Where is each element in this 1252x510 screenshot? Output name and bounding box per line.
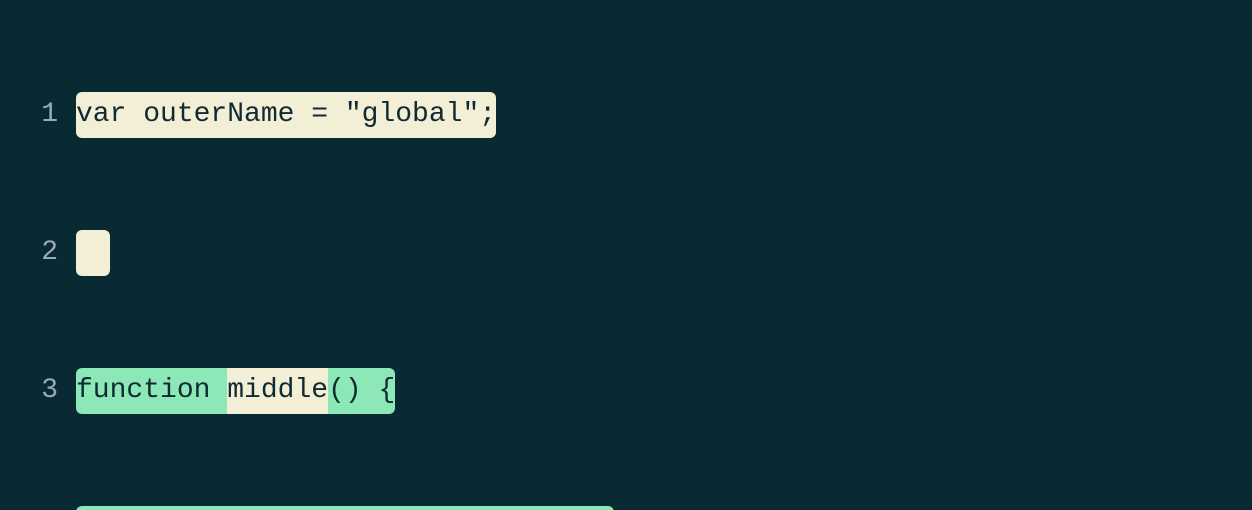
code-token: var middleName = "function"; — [143, 506, 613, 510]
code-token — [76, 230, 110, 276]
line-number: 2 — [0, 230, 76, 276]
code-token: middle — [227, 368, 328, 414]
code-content[interactable]: var outerName = "global"; — [76, 92, 496, 138]
code-line[interactable]: 1 var outerName = "global"; — [0, 92, 1252, 138]
code-token: () { — [328, 368, 395, 414]
line-number: 3 — [0, 368, 76, 414]
code-line[interactable]: 2 — [0, 230, 1252, 276]
code-content[interactable]: function middle() { — [76, 368, 395, 414]
code-token — [76, 506, 143, 510]
code-line[interactable]: 3 function middle() { — [0, 368, 1252, 414]
code-line[interactable]: 4 var middleName = "function"; — [0, 506, 1252, 510]
code-token: var outerName = "global"; — [76, 92, 496, 138]
code-content[interactable]: var middleName = "function"; — [76, 506, 614, 510]
code-content[interactable] — [76, 230, 110, 276]
code-token: function — [76, 368, 227, 414]
line-number: 4 — [0, 506, 76, 510]
line-number: 1 — [0, 92, 76, 138]
code-editor[interactable]: 1 var outerName = "global"; 2 3 function… — [0, 0, 1252, 510]
